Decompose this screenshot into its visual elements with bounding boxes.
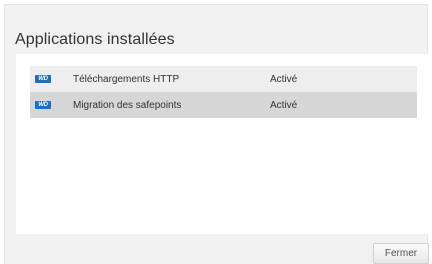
apps-panel: WD Téléchargements HTTP Activé WD Migrat… [16,54,428,234]
close-button[interactable]: Fermer [373,243,429,264]
app-name: Migration des safepoints [73,99,182,111]
app-status: Activé [270,99,298,111]
app-name: Téléchargements HTTP [73,73,180,85]
list-item[interactable]: WD Téléchargements HTTP Activé [30,66,417,92]
list-item[interactable]: WD Migration des safepoints Activé [30,92,417,118]
wd-logo-icon: WD [35,75,51,83]
app-status: Activé [270,73,298,85]
wd-logo-icon: WD [35,101,51,109]
apps-list: WD Téléchargements HTTP Activé WD Migrat… [30,66,417,118]
dialog-title: Applications installées [15,31,175,48]
